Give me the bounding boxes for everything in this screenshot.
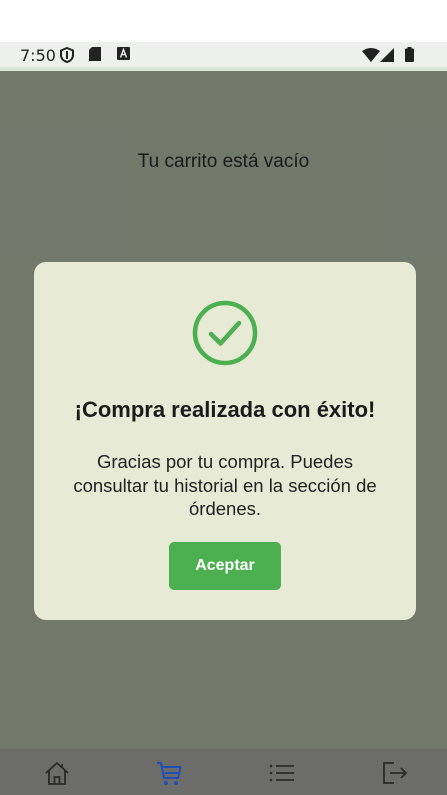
success-dialog: ¡Compra realizada con éxito! Gracias por… <box>34 262 416 620</box>
home-icon[interactable] <box>43 759 71 787</box>
signal-icon <box>380 48 394 62</box>
keyboard-a-icon <box>117 47 130 60</box>
dialog-title: ¡Compra realizada con éxito! <box>74 397 376 422</box>
check-circle-icon <box>192 300 258 366</box>
top-spacer <box>0 0 447 42</box>
empty-cart-message: Tu carrito está vacío <box>137 151 310 172</box>
battery-icon <box>405 47 414 62</box>
status-bar: 7:50 <box>0 42 447 67</box>
sd-card-icon <box>89 47 101 61</box>
cart-icon[interactable] <box>155 759 183 787</box>
status-time: 7:50 <box>20 46 56 65</box>
dialog-message: Gracias por tu compra. Puedes consultar … <box>73 451 377 519</box>
shield-icon <box>60 47 74 63</box>
accept-button[interactable]: Aceptar <box>169 542 281 590</box>
logout-icon[interactable] <box>381 759 409 787</box>
bottom-navigation <box>0 749 447 795</box>
wifi-icon <box>362 48 380 62</box>
list-icon[interactable] <box>268 759 296 787</box>
